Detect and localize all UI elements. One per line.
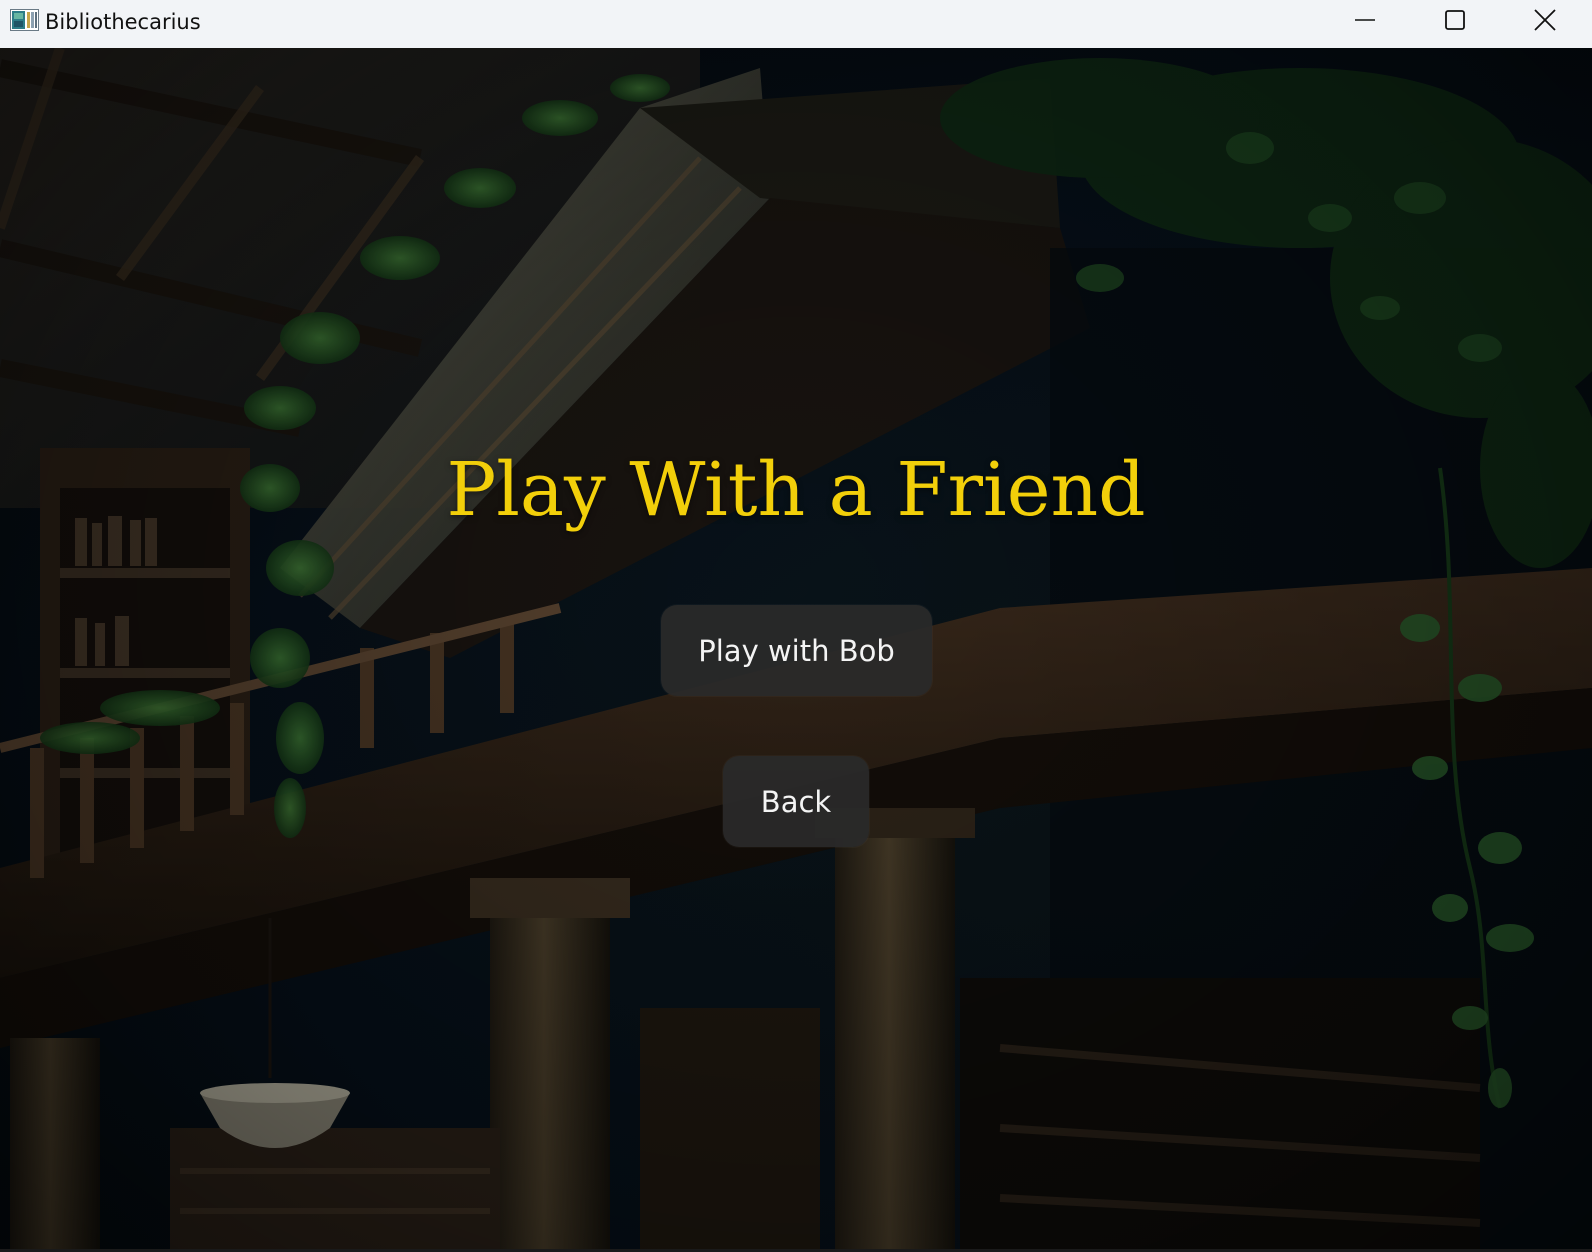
minimize-button[interactable]: [1320, 0, 1410, 44]
maximize-button[interactable]: [1410, 0, 1500, 44]
play-with-bob-label: Play with Bob: [698, 633, 895, 668]
play-with-bob-button[interactable]: Play with Bob: [661, 605, 932, 696]
maximize-icon: [1444, 9, 1466, 36]
window-title: Bibliothecarius: [45, 10, 201, 34]
page-title: Play With a Friend: [446, 447, 1146, 533]
app-icon: [10, 9, 39, 31]
back-button[interactable]: Back: [723, 756, 869, 847]
title-bar[interactable]: Bibliothecarius: [0, 0, 1592, 48]
close-button[interactable]: [1500, 0, 1590, 44]
close-icon: [1533, 8, 1557, 37]
minimize-icon: [1354, 9, 1376, 36]
app-window: Bibliothecarius Play With a Friend Play …: [0, 0, 1592, 1252]
back-label: Back: [760, 784, 832, 819]
